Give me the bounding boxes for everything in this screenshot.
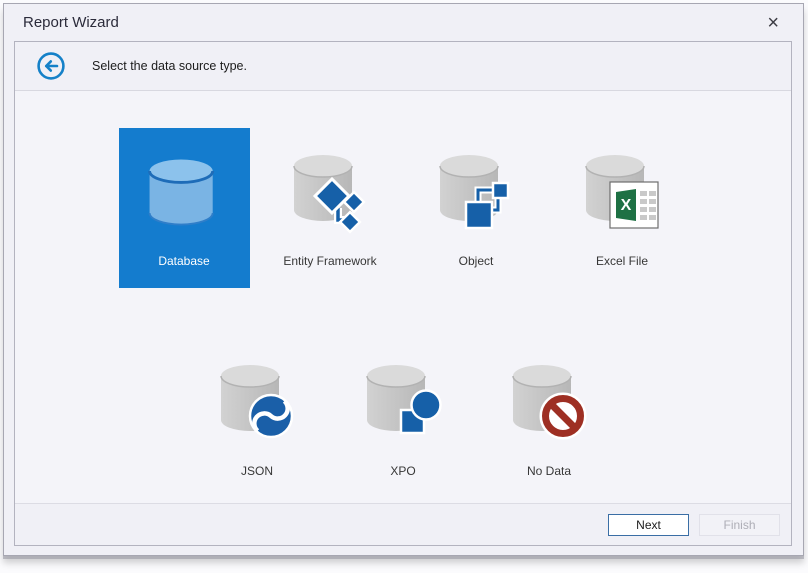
json-swirl-icon — [192, 338, 323, 456]
tile-object[interactable]: Object — [411, 128, 542, 288]
tile-label: Entity Framework — [283, 254, 377, 268]
back-arrow-icon — [37, 52, 65, 80]
object-icon — [411, 128, 542, 246]
tile-label: Object — [458, 254, 494, 268]
svg-text:X: X — [621, 197, 632, 214]
tile-no-data[interactable]: No Data — [484, 338, 615, 498]
tile-label: XPO — [390, 464, 416, 478]
wizard-footer: Next Finish — [15, 503, 791, 545]
window-title: Report Wizard — [23, 14, 119, 31]
entity-framework-icon — [265, 128, 396, 246]
database-cylinder-icon — [119, 128, 250, 246]
wizard-header: Select the data source type. — [15, 42, 791, 91]
xpo-icon — [338, 338, 469, 456]
tile-label: Database — [158, 254, 210, 268]
tile-row-2: JSON XPO No Data — [15, 288, 791, 498]
titlebar: Report Wizard × — [4, 4, 803, 41]
tile-json[interactable]: JSON — [192, 338, 323, 498]
no-data-icon — [484, 338, 615, 456]
next-button[interactable]: Next — [608, 513, 689, 536]
tile-xpo[interactable]: XPO — [338, 338, 469, 498]
back-button[interactable] — [36, 51, 66, 81]
tile-label: No Data — [526, 464, 572, 478]
tile-entity-framework[interactable]: Entity Framework — [265, 128, 396, 288]
page-instruction: Select the data source type. — [92, 59, 247, 73]
finish-button[interactable]: Finish — [699, 513, 780, 536]
wizard-panel: Select the data source type. Database En… — [14, 41, 792, 546]
tile-label: Excel File — [595, 254, 648, 268]
data-source-grid: Database Entity Framework Object X Excel… — [15, 91, 791, 503]
tile-excel-file[interactable]: X Excel File — [557, 128, 688, 288]
close-icon[interactable]: × — [765, 13, 781, 33]
tile-row-1: Database Entity Framework Object X Excel… — [15, 91, 791, 288]
tile-database[interactable]: Database — [118, 128, 250, 288]
excel-file-icon: X — [557, 128, 688, 246]
report-wizard-dialog: Report Wizard × Select the data source t… — [3, 3, 804, 556]
tile-label: JSON — [240, 464, 273, 478]
